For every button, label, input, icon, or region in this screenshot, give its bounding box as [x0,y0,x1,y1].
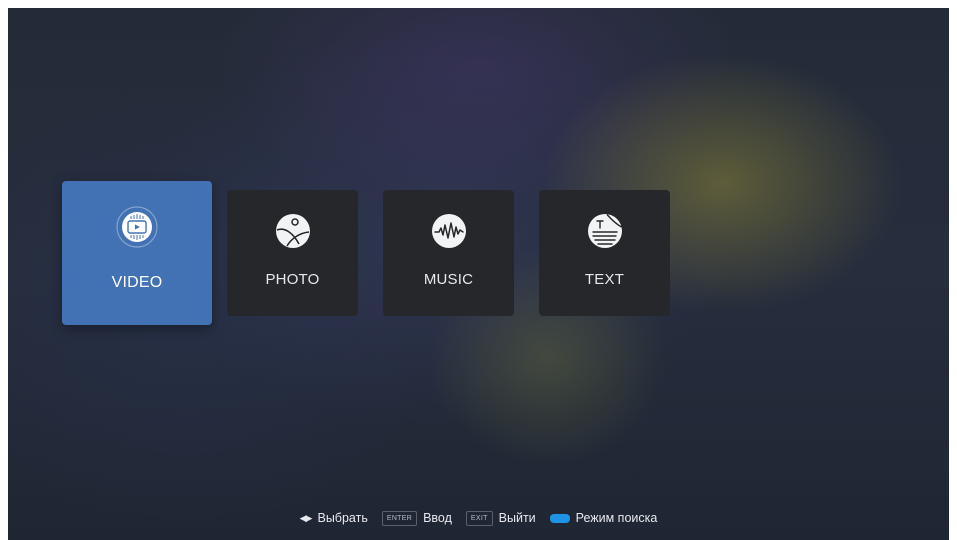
tile-photo-label: PHOTO [265,271,320,288]
tile-video[interactable]: VIDEO [62,181,212,325]
video-play-icon [115,205,159,254]
tile-music-label: MUSIC [423,271,474,288]
enter-key-icon: ENTER [381,510,418,526]
media-player-screen: VIDEO PHOTO MUSIC TEXT ◀▶ Выбрать ENTER … [8,8,949,540]
tile-photo[interactable]: PHOTO [227,190,358,316]
photo-icon [273,211,313,256]
tile-text[interactable]: TEXT [539,190,670,316]
tile-music[interactable]: MUSIC [383,190,514,316]
hint-exit-label: Выйти [498,511,536,525]
remote-hint-bar: ◀▶ Выбрать ENTER Ввод EXIT Выйти Режим п… [8,508,949,528]
media-category-tiles: VIDEO PHOTO MUSIC TEXT [8,8,949,540]
blue-key-icon [549,513,570,523]
hint-exit: EXIT Выйти [465,510,536,526]
text-document-icon [585,211,625,256]
tile-text-label: TEXT [584,271,625,288]
hint-select-label: Выбрать [317,511,368,525]
music-waveform-icon [429,211,469,256]
exit-key-icon: EXIT [465,510,493,526]
left-right-arrows-icon: ◀▶ [299,512,313,523]
hint-select: ◀▶ Выбрать [300,511,368,525]
tile-video-label: VIDEO [111,274,163,291]
hint-search-label: Режим поиска [575,511,658,525]
hint-enter-label: Ввод [423,511,452,525]
hint-enter: ENTER Ввод [381,510,452,526]
hint-search: Режим поиска [549,511,658,525]
